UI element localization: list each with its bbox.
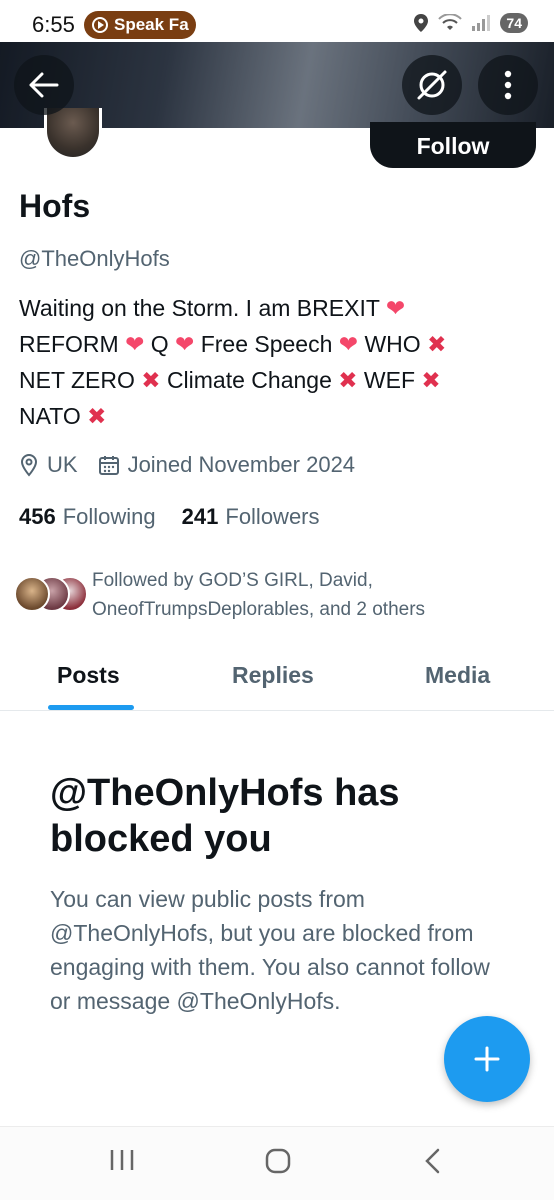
heart-emoji: ❤: [125, 331, 145, 357]
system-nav-bar: [0, 1126, 554, 1200]
nav-back-icon: [425, 1148, 440, 1174]
followed-by-section[interactable]: Followed by GOD’S GIRL, David, OneofTrum…: [14, 566, 425, 624]
profile-bio: Waiting on the Storm. I am BREXIT ❤ REFO…: [19, 290, 534, 434]
heart-emoji: ❤: [385, 295, 406, 321]
battery-indicator: 74: [500, 13, 528, 33]
recents-icon: [110, 1150, 134, 1170]
heart-emoji: ❤: [175, 331, 195, 357]
followers-label: Followers: [225, 504, 320, 529]
followed-by-text: Followed by GOD’S GIRL, David, OneofTrum…: [92, 566, 425, 624]
cross-mark-emoji: ✖: [427, 331, 447, 357]
bio-text: Waiting on the Storm. I am BREXIT: [19, 295, 380, 321]
status-bar: 6:55 Speak Fa 74: [0, 0, 554, 44]
follow-button[interactable]: Follow: [370, 122, 536, 168]
signal-icon: [472, 15, 491, 31]
bio-text: Q: [150, 331, 169, 357]
wifi-icon: [438, 14, 463, 30]
heart-emoji: ❤: [338, 331, 359, 357]
following-link[interactable]: 456 Following: [19, 504, 156, 530]
mutual-avatars: [14, 576, 88, 620]
cross-mark-emoji: ✖: [338, 367, 358, 393]
recents-button[interactable]: [108, 1147, 136, 1173]
media-playing-pill[interactable]: Speak Fa: [84, 11, 196, 39]
grok-icon: [417, 70, 447, 100]
profile-joined-date: Joined November 2024: [127, 452, 356, 477]
tab-replies[interactable]: Replies: [232, 662, 314, 689]
mutual-avatar: [14, 576, 50, 612]
more-vertical-icon: [504, 70, 512, 100]
bio-text: REFORM: [19, 331, 119, 357]
nav-back-button[interactable]: [422, 1147, 444, 1175]
followers-count: 241: [181, 504, 219, 529]
profile-handle: @TheOnlyHofs: [19, 246, 170, 271]
status-time: 6:55: [32, 12, 75, 37]
bio-text: NET ZERO: [19, 367, 135, 393]
calendar-icon: [98, 456, 119, 475]
plus-icon: [474, 1046, 500, 1072]
profile-location: UK: [47, 452, 78, 477]
bio-text: Climate Change: [166, 367, 332, 393]
profile-tabs: Posts Replies Media: [0, 648, 554, 711]
home-button[interactable]: [264, 1147, 292, 1175]
bio-text: Free Speech: [200, 331, 333, 357]
profile-avatar[interactable]: [44, 108, 102, 160]
active-tab-indicator: [48, 705, 134, 710]
followed-by-line: Followed by GOD’S GIRL, David,: [92, 570, 373, 591]
location-pin-icon: [20, 453, 38, 477]
profile-name: Hofs: [19, 188, 91, 224]
profile-meta: UK Joined November 2024: [19, 452, 355, 478]
bio-text: NATO: [19, 403, 81, 429]
followed-by-line: OneofTrumpsDeplorables, and 2 others: [92, 599, 426, 620]
back-arrow-icon: [29, 72, 59, 98]
tab-media[interactable]: Media: [425, 662, 490, 689]
location-status-icon: [414, 14, 429, 32]
bio-text: WHO: [364, 331, 421, 357]
following-count: 456: [19, 504, 56, 529]
cross-mark-emoji: ✖: [421, 367, 441, 393]
compose-button[interactable]: [444, 1016, 530, 1102]
following-label: Following: [62, 504, 156, 529]
cross-mark-emoji: ✖: [141, 367, 161, 393]
more-options-button[interactable]: [478, 55, 538, 115]
follow-counts: 456 Following 241 Followers: [19, 504, 346, 530]
home-icon: [265, 1148, 291, 1174]
tab-posts[interactable]: Posts: [57, 662, 120, 689]
blocked-title: @TheOnlyHofs has blocked you: [50, 772, 400, 860]
media-label: Speak Fa: [114, 15, 189, 34]
bio-text: WEF: [363, 367, 416, 393]
grok-button[interactable]: [402, 55, 462, 115]
cross-mark-emoji: ✖: [87, 403, 107, 429]
play-icon: [92, 17, 108, 33]
blocked-message: You can view public posts from @TheOnlyH…: [50, 886, 490, 1014]
back-button[interactable]: [14, 55, 74, 115]
followers-link[interactable]: 241 Followers: [182, 504, 320, 530]
status-icons: 74: [414, 13, 528, 33]
